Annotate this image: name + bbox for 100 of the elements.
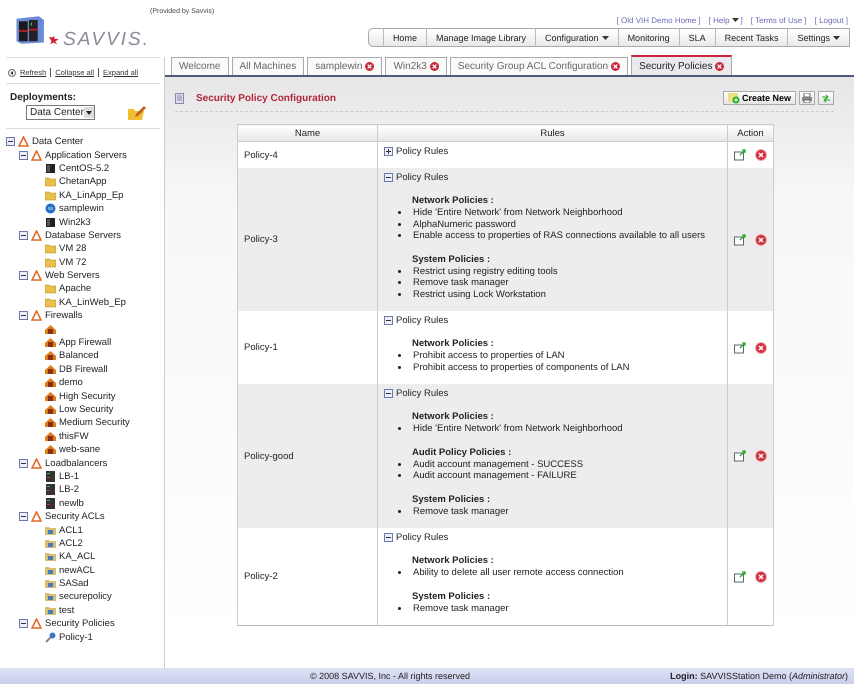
collapse-toggle[interactable]: [19, 271, 28, 280]
tree-item[interactable]: LB-2: [59, 484, 80, 496]
policy-rules-label[interactable]: Policy Rules: [396, 388, 448, 398]
collapse-toggle[interactable]: [19, 230, 28, 240]
collapse-toggle[interactable]: [384, 532, 393, 542]
server-icon: [45, 162, 56, 174]
tab[interactable]: Win2k3: [385, 57, 447, 75]
collapse-toggle[interactable]: [19, 150, 28, 160]
nav-menu-item[interactable]: Monitoring: [618, 29, 679, 46]
collapse-toggle[interactable]: [19, 311, 28, 320]
nav-menu-item[interactable]: Manage Image Library: [426, 29, 536, 46]
header-link[interactable]: [ Old VIH Demo Home ]: [616, 12, 701, 28]
collapse-toggle[interactable]: [384, 316, 393, 324]
nav-menu-item[interactable]: Recent Tasks: [714, 29, 788, 46]
policy-rules-label[interactable]: Policy Rules: [396, 146, 448, 156]
tree-item[interactable]: Policy-1: [59, 632, 93, 643]
edit-button[interactable]: [734, 234, 746, 246]
section-title: Network Policies :: [411, 195, 495, 207]
tree-item[interactable]: Security Policies: [45, 618, 115, 630]
tree-item[interactable]: SASad: [59, 578, 89, 590]
tree-item[interactable]: VM 72: [59, 256, 86, 268]
tree-item[interactable]: Low Security: [59, 404, 114, 415]
tree-item[interactable]: App Firewall: [59, 337, 112, 348]
delete-button[interactable]: [755, 149, 767, 161]
delete-button[interactable]: [755, 570, 767, 582]
nav-menu-item[interactable]: SLA: [678, 29, 715, 46]
deployment-select[interactable]: Data Center: [26, 105, 95, 120]
header-link[interactable]: [ Logout ]: [814, 12, 848, 28]
close-icon[interactable]: [611, 62, 620, 71]
tree-item[interactable]: KA_ACL: [59, 551, 96, 562]
policy-name: Policy-good: [244, 450, 294, 462]
policy-rules-label[interactable]: Policy Rules: [396, 532, 448, 542]
close-icon[interactable]: [365, 62, 374, 71]
edit-button[interactable]: [734, 342, 746, 354]
tree-item[interactable]: web-sane: [59, 444, 100, 456]
rule-item: Restrict using Lock Workstation: [413, 288, 546, 300]
tree-item[interactable]: DB Firewall: [59, 364, 108, 375]
bullet-icon: [398, 354, 401, 358]
tree-item[interactable]: Web Servers: [45, 270, 100, 282]
tree-item[interactable]: ACL1: [59, 524, 83, 536]
tab[interactable]: samplewin: [307, 57, 382, 75]
collapse-toggle[interactable]: [19, 512, 28, 522]
tree-item[interactable]: High Security: [59, 390, 116, 402]
print-button[interactable]: [799, 91, 815, 105]
tree-item[interactable]: Firewalls: [45, 310, 82, 322]
refresh-button[interactable]: [818, 91, 834, 105]
policy-rules-label[interactable]: Policy Rules: [396, 172, 448, 182]
tree-item[interactable]: demo: [59, 377, 83, 388]
nav-menu-item[interactable]: Configuration: [535, 29, 618, 46]
tree-item[interactable]: newACL: [59, 564, 95, 576]
tree-item[interactable]: Win2k3: [59, 216, 91, 228]
network-icon: [31, 270, 42, 282]
tab[interactable]: All Machines: [232, 57, 304, 75]
expand-toggle[interactable]: [384, 146, 393, 156]
back-icon[interactable]: [8, 68, 16, 76]
tab[interactable]: Security Group ACL Configuration: [450, 57, 628, 75]
tree-item[interactable]: test: [59, 604, 74, 616]
delete-button[interactable]: [755, 342, 767, 354]
tree-item[interactable]: Medium Security: [59, 417, 130, 428]
tree-item[interactable]: LB-1: [59, 470, 80, 482]
tree-item[interactable]: Apache: [59, 283, 92, 294]
close-icon[interactable]: [430, 62, 439, 71]
nav-menu-item[interactable]: Home: [382, 29, 426, 46]
tree-item[interactable]: Database Servers: [45, 230, 122, 241]
header-link[interactable]: [ Help ]: [708, 12, 743, 28]
create-new-button[interactable]: Create New: [722, 91, 796, 105]
header-link[interactable]: [ Terms of Use ]: [750, 12, 807, 28]
collapse-toggle[interactable]: [19, 619, 28, 628]
tab[interactable]: Security Policies: [631, 55, 732, 75]
tree-item[interactable]: Loadbalancers: [45, 458, 108, 469]
close-icon[interactable]: [715, 62, 724, 70]
nav-menu-item[interactable]: Settings: [787, 29, 849, 46]
policy-rules-label[interactable]: Policy Rules: [396, 314, 448, 326]
tree-item[interactable]: CentOS-5.2: [59, 162, 110, 174]
collapse-toggle[interactable]: [384, 388, 393, 398]
tree-item[interactable]: samplewin: [59, 203, 104, 214]
collapse-toggle[interactable]: [384, 172, 393, 182]
tree-item[interactable]: Data Center: [32, 136, 84, 148]
edit-button[interactable]: [734, 450, 746, 462]
tree-item[interactable]: ACL2: [59, 538, 83, 549]
tree-item[interactable]: securepolicy: [59, 591, 112, 602]
tree-item[interactable]: newlb: [59, 498, 84, 509]
delete-icon: [755, 149, 767, 161]
collapse-toggle[interactable]: [6, 137, 15, 146]
tree-item[interactable]: KA_LinWeb_Ep: [59, 296, 126, 308]
network-icon: [31, 511, 42, 522]
tree-item[interactable]: ChetanApp: [59, 176, 107, 188]
delete-button[interactable]: [755, 234, 767, 246]
tree-item[interactable]: Application Servers: [45, 150, 127, 161]
collapse-toggle[interactable]: [19, 458, 28, 468]
tree-item[interactable]: thisFW: [59, 430, 89, 442]
tree-item[interactable]: Balanced: [59, 350, 99, 362]
folder-edit-icon[interactable]: [128, 105, 146, 120]
tree-item[interactable]: Security ACLs: [45, 511, 105, 522]
tab[interactable]: Welcome: [171, 57, 228, 75]
edit-button[interactable]: [734, 570, 746, 582]
delete-button[interactable]: [755, 450, 767, 462]
tree-item[interactable]: VM 28: [59, 243, 86, 254]
tree-item[interactable]: KA_LinApp_Ep: [59, 190, 124, 201]
edit-button[interactable]: [734, 149, 746, 161]
